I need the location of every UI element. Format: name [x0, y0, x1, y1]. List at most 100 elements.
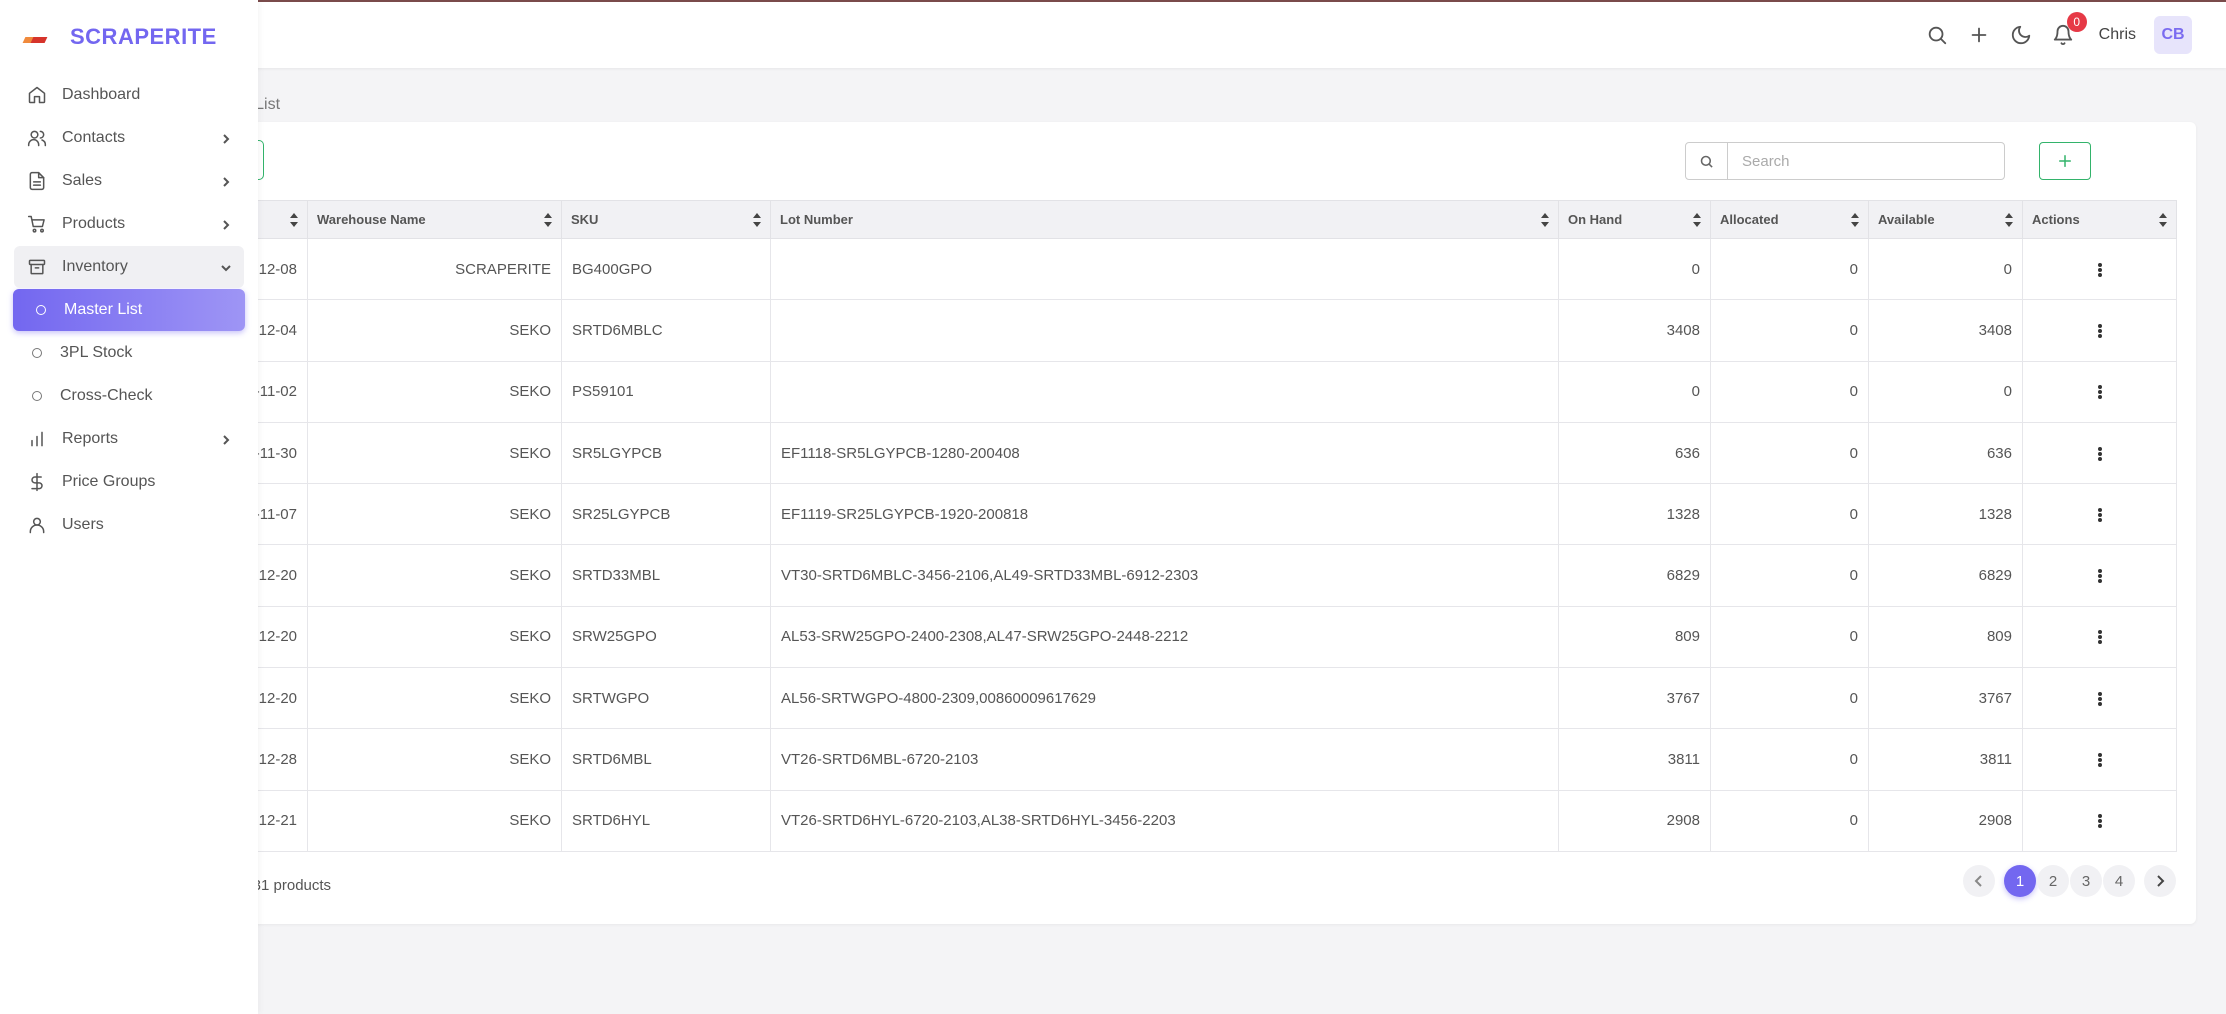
sidebar-item-price-groups[interactable]: Price Groups: [14, 461, 244, 503]
brand[interactable]: SCRAPERITE: [0, 0, 258, 74]
sidebar-item-contacts[interactable]: Contacts: [14, 117, 244, 159]
cell-actions: [2022, 299, 2177, 362]
more-vertical-icon[interactable]: [2097, 323, 2102, 338]
col-header-sku[interactable]: SKU: [561, 200, 771, 239]
cell-lot-number: [770, 299, 1559, 362]
col-header-allocated[interactable]: Allocated: [1710, 200, 1869, 239]
cell-available: 2908: [1868, 789, 2023, 852]
cell-actions: [2022, 360, 2177, 423]
table-row[interactable]: 12-04 SEKO SRTD6MBLC 3408 0 3408: [170, 299, 2177, 362]
col-header-on-hand[interactable]: On Hand: [1558, 200, 1711, 239]
chevron-right-icon: [220, 132, 232, 144]
user-icon: [26, 514, 48, 536]
more-vertical-icon[interactable]: [2097, 507, 2102, 522]
cell-warehouse: SCRAPERITE: [307, 237, 562, 301]
cell-lot-number: [770, 237, 1559, 301]
avatar[interactable]: CB: [2154, 16, 2192, 54]
col-header-warehouse[interactable]: Warehouse Name: [307, 200, 562, 239]
page-2-button[interactable]: 2: [2037, 865, 2069, 897]
cell-actions: [2022, 728, 2177, 791]
col-header-lot[interactable]: Lot Number: [770, 200, 1559, 239]
cart-icon: [26, 213, 48, 235]
brand-name: SCRAPERITE: [70, 24, 217, 49]
table-row[interactable]: -11-30 SEKO SR5LGYPCB EF1118-SR5LGYPCB-1280…: [170, 421, 2177, 485]
sidebar-subitem-3pl-stock[interactable]: 3PL Stock: [14, 332, 244, 374]
sidebar-item-sales[interactable]: Sales: [14, 160, 244, 202]
sidebar-item-users[interactable]: Users: [14, 504, 244, 546]
cell-allocated: 0: [1710, 605, 1869, 669]
col-header-actions[interactable]: Actions: [2022, 200, 2177, 239]
sidebar-subitem-master-list[interactable]: Master List: [13, 289, 245, 331]
page-3-button[interactable]: 3: [2070, 865, 2102, 897]
top-border: [0, 0, 2226, 2]
user-name[interactable]: Chris: [2099, 26, 2136, 44]
sidebar-item-inventory[interactable]: Inventory: [14, 246, 244, 288]
sort-icon: [753, 212, 761, 227]
cell-available: 809: [1868, 605, 2023, 669]
cell-warehouse: SEKO: [307, 789, 562, 852]
cell-on-hand: 0: [1558, 237, 1711, 301]
table-row[interactable]: -12-28 SEKO SRTD6MBL VT26-SRTD6MBL-6720-210…: [170, 728, 2177, 791]
more-vertical-icon[interactable]: [2097, 630, 2102, 645]
table-row[interactable]: -12-20 SEKO SRTWGPO AL56-SRTWGPO-4800-2309,…: [170, 667, 2177, 730]
cell-lot-number: VT26-SRTD6HYL-6720-2103,AL38-SRTD6HYL-34…: [770, 789, 1559, 852]
cell-on-hand: 809: [1558, 605, 1711, 669]
cell-available: 636: [1868, 421, 2023, 485]
more-vertical-icon[interactable]: [2097, 385, 2102, 400]
cell-lot-number: [770, 360, 1559, 423]
cell-allocated: 0: [1710, 299, 1869, 362]
cell-warehouse: SEKO: [307, 483, 562, 546]
search-icon[interactable]: [1925, 23, 1949, 47]
sort-icon: [2005, 212, 2013, 227]
more-vertical-icon[interactable]: [2097, 691, 2102, 706]
more-vertical-icon[interactable]: [2097, 569, 2102, 584]
moon-icon[interactable]: [2009, 23, 2033, 47]
cell-actions: [2022, 605, 2177, 669]
add-product-button[interactable]: [2039, 142, 2091, 180]
more-vertical-icon[interactable]: [2097, 262, 2102, 277]
cell-on-hand: 636: [1558, 421, 1711, 485]
sort-icon: [290, 212, 298, 227]
cell-allocated: 0: [1710, 421, 1869, 485]
sidebar-item-reports[interactable]: Reports: [14, 418, 244, 460]
search-input[interactable]: [1728, 143, 2004, 179]
bell-icon[interactable]: 0: [2051, 12, 2087, 47]
sidebar-item-products[interactable]: Products: [14, 203, 244, 245]
cell-lot-number: EF1119-SR25LGYPCB-1920-200818: [770, 483, 1559, 546]
cell-available: 6829: [1868, 544, 2023, 607]
cell-allocated: 0: [1710, 544, 1869, 607]
next-page-button[interactable]: [2144, 865, 2176, 897]
cell-on-hand: 6829: [1558, 544, 1711, 607]
users-icon: [26, 127, 48, 149]
more-vertical-icon[interactable]: [2097, 814, 2102, 829]
chevron-right-icon: [2157, 875, 2165, 887]
table-row[interactable]: -11-07 SEKO SR25LGYPCB EF1119-SR25LGYPCB-19…: [170, 483, 2177, 546]
cell-sku: SRTD6MBL: [561, 728, 771, 791]
cell-lot-number: AL53-SRW25GPO-2400-2308,AL47-SRW25GPO-24…: [770, 605, 1559, 669]
table-row[interactable]: -11-02 SEKO PS59101 0 0 0: [170, 360, 2177, 423]
page-1-button[interactable]: 1: [2004, 865, 2036, 897]
more-vertical-icon[interactable]: [2097, 753, 2102, 768]
plus-icon[interactable]: [1967, 23, 1991, 47]
circle-icon: [32, 391, 42, 401]
cell-sku: SRW25GPO: [561, 605, 771, 669]
cell-on-hand: 0: [1558, 360, 1711, 423]
table-row[interactable]: 12-08 SCRAPERITE BG400GPO 0 0 0: [170, 237, 2177, 301]
cell-warehouse: SEKO: [307, 605, 562, 669]
table-header-row: Warehouse Name SKU Lot Number On Hand Al…: [170, 200, 2177, 239]
sort-icon: [2159, 212, 2167, 227]
table-row[interactable]: -12-20 SEKO SRTD33MBL VT30-SRTD6MBLC-3456-2…: [170, 544, 2177, 607]
cell-lot-number: EF1118-SR5LGYPCB-1280-200408: [770, 421, 1559, 485]
table-row[interactable]: -12-21 SEKO SRTD6HYL VT26-SRTD6HYL-6720-210…: [170, 789, 2177, 852]
page-4-button[interactable]: 4: [2103, 865, 2135, 897]
table-row[interactable]: -12-20 SEKO SRW25GPO AL53-SRW25GPO-2400-230…: [170, 605, 2177, 669]
more-vertical-icon[interactable]: [2097, 446, 2102, 461]
sidebar-subitem-cross-check[interactable]: Cross-Check: [14, 375, 244, 417]
sidebar-item-dashboard[interactable]: Dashboard: [14, 74, 244, 116]
cell-warehouse: SEKO: [307, 299, 562, 362]
header-actions: 0 Chris CB: [1925, 2, 2192, 68]
chevron-down-icon: [220, 261, 232, 273]
prev-page-button[interactable]: [1963, 865, 1995, 897]
cell-warehouse: SEKO: [307, 728, 562, 791]
col-header-available[interactable]: Available: [1868, 200, 2023, 239]
